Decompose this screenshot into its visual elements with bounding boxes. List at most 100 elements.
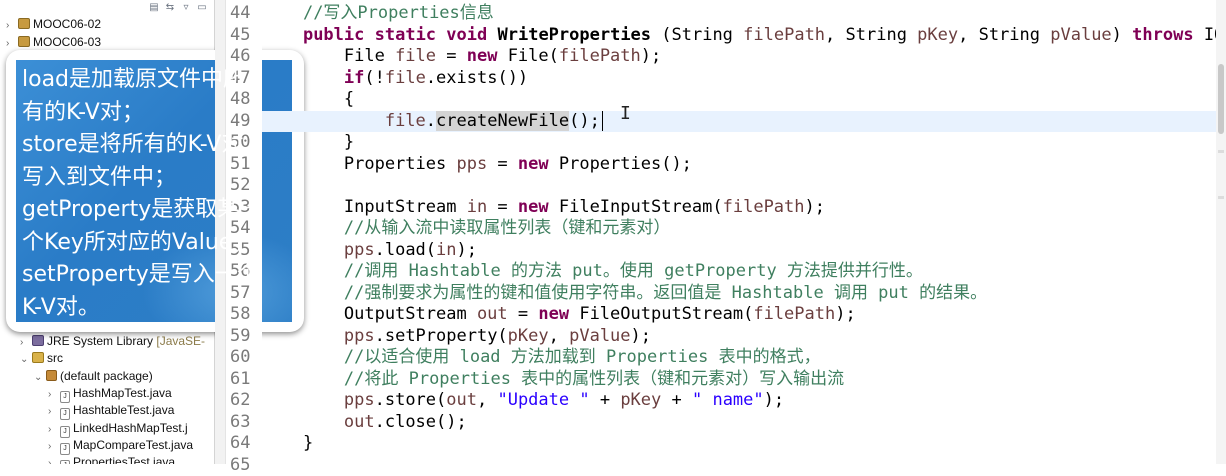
code-token: = <box>508 304 539 324</box>
tree-item[interactable]: ›JHashtableTest.java <box>48 402 174 419</box>
code-token: ); <box>457 240 477 260</box>
tree-item[interactable]: ›JMapCompareTest.java <box>48 437 193 454</box>
java-icon: J <box>60 391 70 403</box>
code-line[interactable] <box>262 455 1216 465</box>
code-token: FileInputStream( <box>549 197 723 217</box>
tree-item-suffix: [JavaSE- <box>153 334 205 348</box>
code-line[interactable]: } <box>262 132 1216 154</box>
code-line[interactable]: { <box>262 89 1216 111</box>
tree-item[interactable]: ⌄(default package) <box>34 368 153 385</box>
link-editor-icon[interactable]: ⇆ <box>164 2 176 14</box>
project-icon <box>18 36 30 47</box>
code-token: file <box>385 111 426 131</box>
code-token: filePath <box>753 304 835 324</box>
chevron-right-icon[interactable]: › <box>48 438 60 455</box>
code-line[interactable]: //调用 Hashtable 的方法 put。使用 getProperty 方法… <box>262 261 1216 283</box>
code-token: (String <box>651 25 743 45</box>
code-token: throws <box>1132 25 1193 45</box>
chevron-down-icon[interactable]: ⌄ <box>20 351 32 368</box>
code-line[interactable]: InputStream in = new FileInputStream(fil… <box>262 197 1216 219</box>
line-number: 45 <box>230 25 260 47</box>
overview-marker[interactable] <box>1218 150 1224 153</box>
code-line[interactable]: out.close(); <box>262 412 1216 434</box>
chevron-right-icon[interactable]: › <box>6 17 18 34</box>
code-token: pKey <box>917 25 958 45</box>
chevron-right-icon[interactable]: › <box>48 455 60 464</box>
code-token: = <box>436 46 467 66</box>
code-line[interactable]: pps.setProperty(pKey, pValue); <box>262 326 1216 348</box>
code-line[interactable]: File file = new File(filePath); <box>262 46 1216 68</box>
annotation-line: 写入到文件中； <box>22 162 292 195</box>
code-line[interactable]: pps.load(in); <box>262 240 1216 262</box>
tree-item[interactable]: ⌄src <box>20 350 63 367</box>
code-token: pKey <box>620 390 661 410</box>
code-token: Properties(); <box>549 154 692 174</box>
code-line[interactable]: file.createNewFile(); <box>262 111 1216 133</box>
code-token: new <box>518 154 549 174</box>
tree-item[interactable]: › JRE System Library [JavaSE- <box>20 333 205 350</box>
scrollbar-thumb[interactable] <box>1218 64 1224 134</box>
vertical-scrollbar[interactable] <box>1216 0 1226 464</box>
tree-item[interactable]: ›MOOC06-02 <box>6 16 101 33</box>
code-line[interactable] <box>262 175 1216 197</box>
tree-item[interactable]: ›JHashMapTest.java <box>48 385 172 402</box>
code-token: (); <box>569 111 600 131</box>
code-token: = <box>487 154 518 174</box>
code-token <box>262 412 344 432</box>
code-line[interactable]: //强制要求为属性的键和值使用字符串。返回值是 Hashtable 调用 put… <box>262 283 1216 305</box>
code-token <box>262 3 303 23</box>
annotation-line: store是将所有的K-V对 <box>22 129 292 162</box>
code-token <box>436 25 446 45</box>
code-token: + <box>590 390 621 410</box>
code-token: File <box>262 46 395 66</box>
code-token: pps <box>344 390 375 410</box>
code-line[interactable]: Properties pps = new Properties(); <box>262 154 1216 176</box>
code-token <box>262 369 344 389</box>
code-token: out <box>477 304 508 324</box>
code-line[interactable]: //以适合使用 load 方法加载到 Properties 表中的格式， <box>262 347 1216 369</box>
chevron-right-icon[interactable]: › <box>48 386 60 403</box>
code-line[interactable]: //从输入流中读取属性列表（键和元素对） <box>262 218 1216 240</box>
code-token <box>262 390 344 410</box>
code-token: .exists()) <box>426 68 528 88</box>
code-token: pValue <box>569 326 630 346</box>
code-token: . <box>426 111 436 131</box>
code-token: file <box>385 68 426 88</box>
code-token: file <box>395 46 436 66</box>
collapse-all-icon[interactable]: ▤ <box>148 2 160 14</box>
tree-item[interactable]: ›JPropertiesTest.java <box>48 454 175 464</box>
chevron-right-icon[interactable]: › <box>20 334 32 351</box>
minimize-icon[interactable]: ▭ <box>196 2 208 14</box>
tree-item[interactable]: ›MOOC06-03 <box>6 34 101 51</box>
code-token: WriteProperties <box>498 25 652 45</box>
overview-marker[interactable] <box>1218 196 1224 199</box>
code-token: InputStream <box>262 197 467 217</box>
code-token: //将此 Properties 表中的属性列表（键和元素对）写入输出流 <box>344 369 844 389</box>
code-token: } <box>262 433 313 453</box>
code-line[interactable]: //将此 Properties 表中的属性列表（键和元素对）写入输出流 <box>262 369 1216 391</box>
annotation-line: getProperty是获取某一 <box>22 194 292 227</box>
code-token: public <box>303 25 364 45</box>
code-token: void <box>446 25 487 45</box>
tree-item-label: JRE System Library <box>47 334 153 348</box>
code-token: filePath <box>559 46 641 66</box>
code-line[interactable]: //写入Properties信息 <box>262 3 1216 25</box>
code-line[interactable]: OutputStream out = new FileOutputStream(… <box>262 304 1216 326</box>
code-token: "Update " <box>497 390 589 410</box>
chevron-right-icon[interactable]: › <box>48 403 60 420</box>
annotation-line: K-V对。 <box>22 292 292 323</box>
code-line[interactable]: if(!file.exists()) <box>262 68 1216 90</box>
view-menu-icon[interactable]: ▿ <box>180 2 192 14</box>
code-line[interactable]: } <box>262 433 1216 455</box>
line-number: 60 <box>230 347 260 369</box>
code-editor[interactable]: //写入Properties信息 public static void Writ… <box>262 0 1216 464</box>
annotation-line: 有的K-V对； <box>22 97 292 130</box>
code-line[interactable]: pps.store(out, "Update " + pKey + " name… <box>262 390 1216 412</box>
code-token: pps <box>344 240 375 260</box>
chevron-down-icon[interactable]: ⌄ <box>34 369 46 386</box>
line-number: 61 <box>230 369 260 391</box>
chevron-right-icon[interactable]: › <box>48 421 60 438</box>
tree-item[interactable]: ›JLinkedHashMapTest.j <box>48 420 188 437</box>
code-line[interactable]: public static void WriteProperties (Stri… <box>262 25 1216 47</box>
code-token: ); <box>805 197 825 217</box>
